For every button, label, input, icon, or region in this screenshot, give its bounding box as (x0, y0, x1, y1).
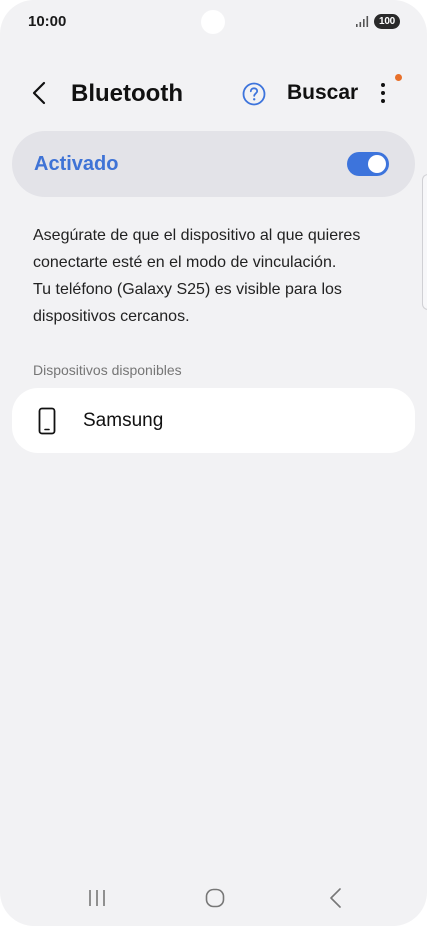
device-name: Samsung (83, 410, 164, 431)
device-item-samsung[interactable]: Samsung (12, 388, 415, 453)
bluetooth-switch[interactable] (347, 152, 389, 176)
recent-apps-icon[interactable] (86, 887, 108, 909)
home-icon[interactable] (204, 887, 226, 909)
bluetooth-master-toggle[interactable]: Activado (12, 131, 415, 197)
section-header-available-devices: Dispositivos disponibles (33, 362, 182, 378)
smartphone-icon (38, 407, 56, 435)
android-screen: 10:00 100 Bluetooth Buscar Activado Aseg… (0, 0, 427, 926)
bluetooth-description: Asegúrate de que el dispositivo al que q… (33, 222, 403, 330)
search-button[interactable]: Buscar (287, 81, 358, 105)
page-title: Bluetooth (71, 80, 183, 107)
help-icon[interactable] (242, 82, 266, 106)
status-time: 10:00 (28, 13, 67, 30)
signal-icon (356, 16, 369, 27)
description-line-2: Tu teléfono (Galaxy S25) es visible para… (33, 281, 342, 325)
back-nav-icon[interactable] (326, 886, 344, 910)
more-options-icon[interactable] (373, 80, 393, 106)
switch-knob (368, 155, 386, 173)
toggle-label: Activado (34, 153, 119, 175)
back-icon[interactable] (28, 80, 52, 106)
description-line-1: Asegúrate de que el dispositivo al que q… (33, 227, 361, 271)
camera-cutout (201, 10, 225, 34)
battery-icon: 100 (374, 14, 400, 29)
notification-dot (395, 74, 402, 81)
scroll-indicator[interactable] (422, 174, 427, 310)
